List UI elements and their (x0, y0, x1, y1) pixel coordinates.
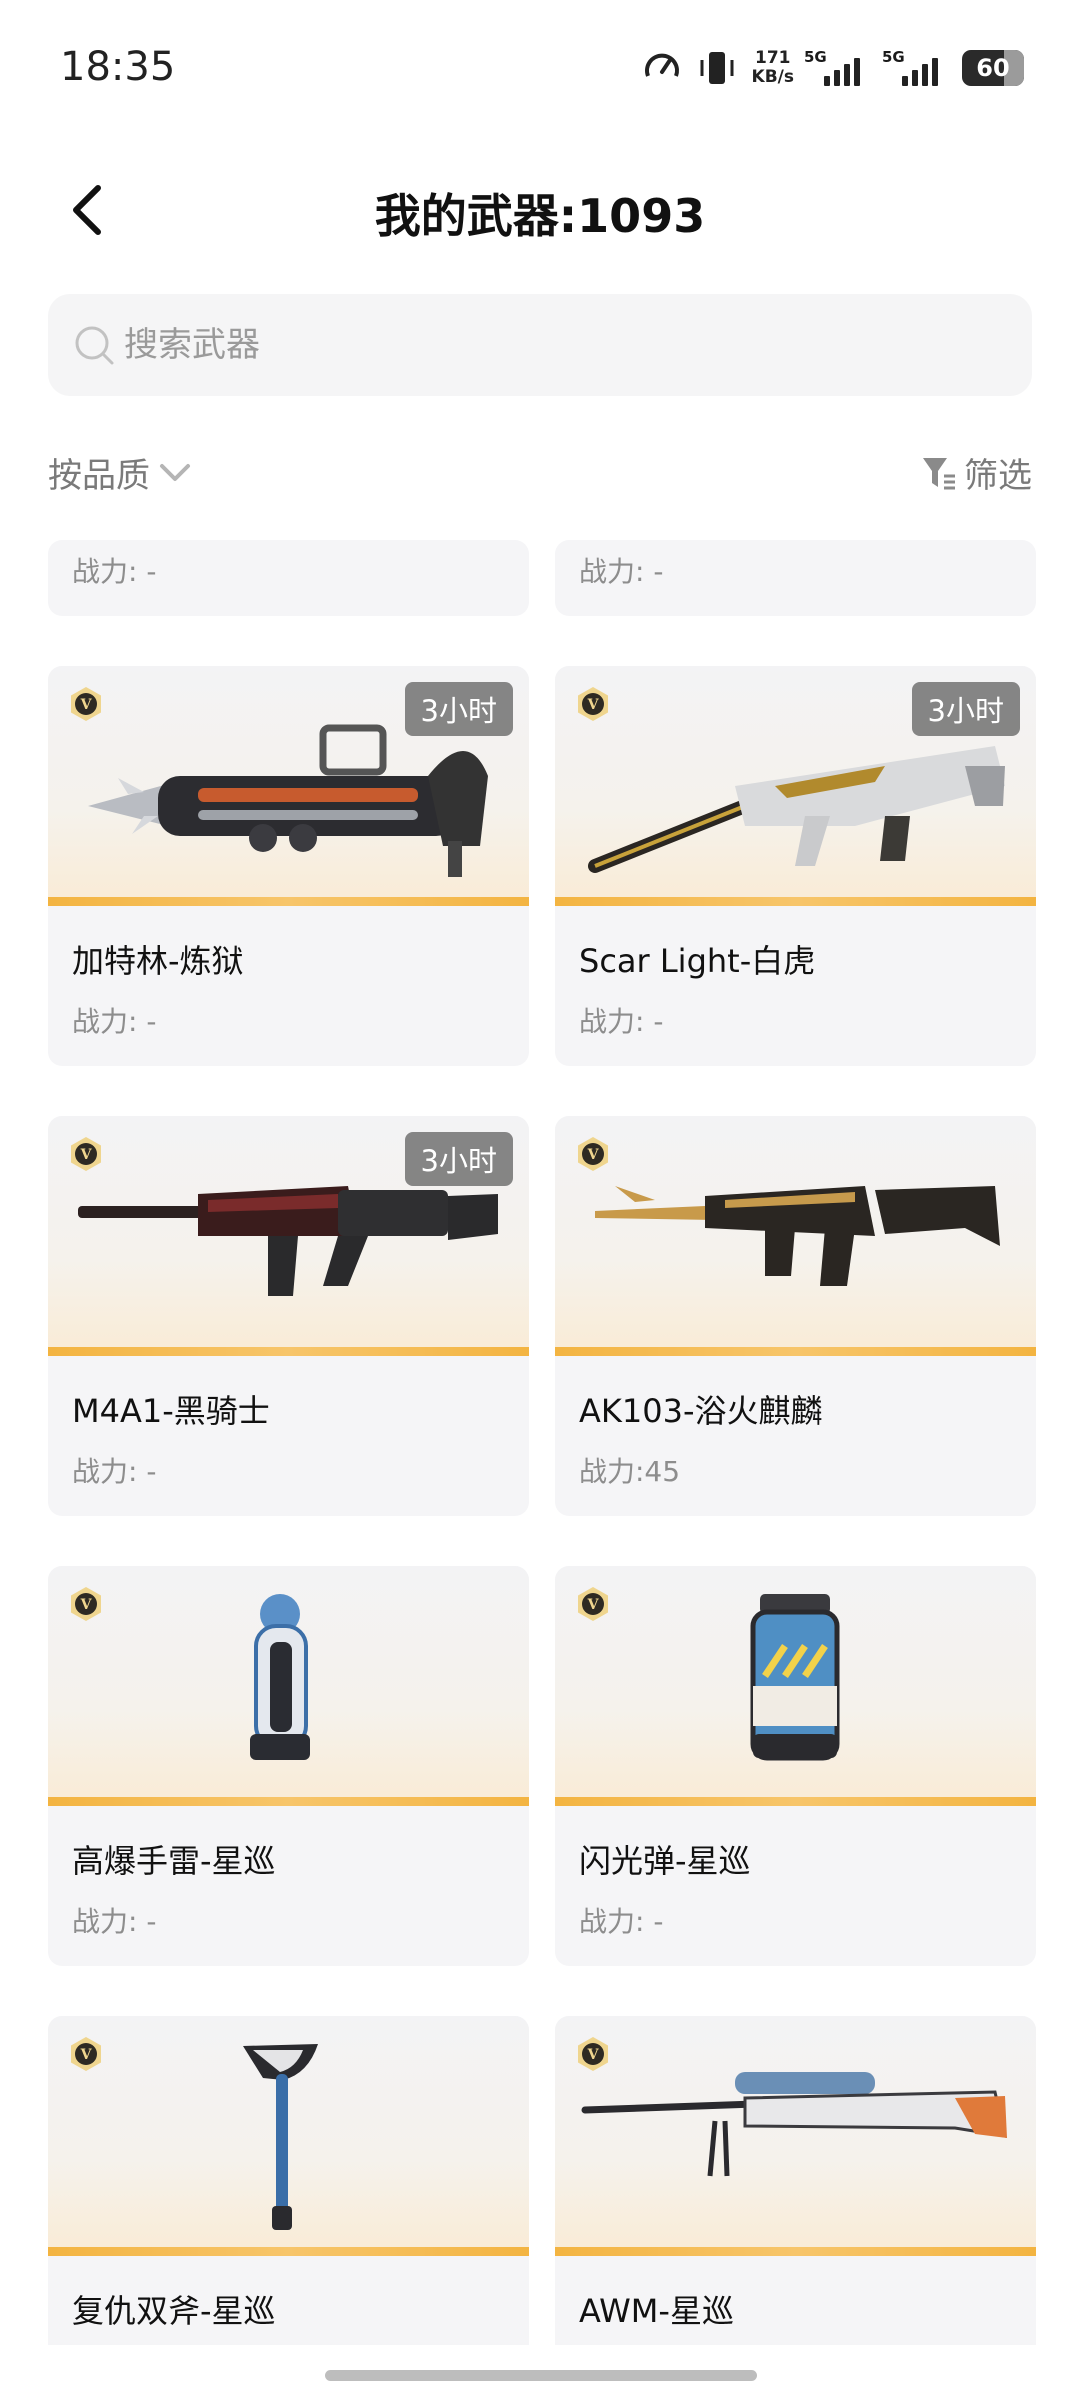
app-header: 我的武器:1093 (0, 150, 1080, 270)
weapon-name: M4A1-黑骑士 (72, 1392, 270, 1430)
speed-unit: KB/s (751, 67, 794, 87)
svg-text:V: V (587, 697, 600, 713)
awm-sniper-image (581, 2072, 1007, 2177)
v-rank-badge-icon: V (578, 1137, 608, 1171)
weapon-card[interactable]: V AK103-浴火麒麟 战力:45 (555, 1116, 1036, 1516)
frag-grenade-image (250, 1594, 310, 1760)
weapon-image-area: V (555, 1566, 1036, 1806)
signal-sim2-icon: 5G (882, 48, 950, 86)
weapon-card-partial[interactable]: 战力: - (48, 540, 529, 616)
weapon-power: 战力: - (579, 1005, 664, 1038)
weapon-card[interactable]: V 高爆手雷-星巡 战力: - (48, 1566, 529, 1966)
weapon-power: 战力: - (72, 1005, 157, 1038)
weapon-name: 加特林-炼狱 (72, 942, 244, 980)
svg-text:V: V (80, 1147, 93, 1163)
page-title: 我的武器:1093 (374, 189, 706, 243)
weapon-power: 战力: - (72, 555, 157, 588)
v-rank-badge-icon: V (71, 1137, 101, 1171)
filter-icon (923, 457, 955, 489)
search-bar[interactable] (48, 294, 1032, 396)
v-rank-badge-icon: V (578, 2037, 608, 2071)
v-rank-badge-icon: V (71, 2037, 101, 2071)
v-rank-badge-icon: V (578, 1587, 608, 1621)
weapon-name: 闪光弹-星巡 (579, 1842, 751, 1880)
axe-image (243, 2044, 318, 2230)
weapon-image-area: V (48, 2016, 529, 2256)
time-remaining-tag: 3小时 (404, 1132, 513, 1186)
battery-level: 60 (976, 54, 1010, 82)
weapon-name: 高爆手雷-星巡 (72, 1842, 276, 1880)
svg-text:V: V (587, 1147, 600, 1163)
status-bar: 18:35 171 KB/s 5G 5G 60 (0, 0, 1080, 140)
signal-sim1-icon: 5G (804, 48, 872, 86)
weapon-power: 战力: - (579, 555, 664, 588)
weapon-image-area: V 3小时 (48, 666, 529, 906)
vibrate-icon (700, 52, 734, 84)
weapon-card-partial[interactable]: 战力: - (555, 540, 1036, 616)
v-rank-badge-icon: V (578, 687, 608, 721)
weapon-image-area: V (555, 1116, 1036, 1356)
weapon-card[interactable]: V 3小时 M4A1-黑骑士 战力: - (48, 1116, 529, 1516)
sort-filter-row: 按品质 筛选 (48, 440, 1032, 500)
weapon-name: Scar Light-白虎 (579, 942, 816, 980)
flashbang-image (750, 1594, 840, 1761)
status-time: 18:35 (60, 44, 176, 90)
speed-value: 171 (755, 48, 791, 68)
weapon-image-area: V 3小时 (555, 666, 1036, 906)
v-rank-badge-icon: V (71, 1587, 101, 1621)
v-rank-badge-icon: V (71, 687, 101, 721)
svg-text:V: V (80, 1597, 93, 1613)
weapon-image-area: V (555, 2016, 1036, 2256)
filter-button[interactable]: 筛选 (920, 448, 1032, 497)
search-input[interactable] (124, 325, 924, 365)
time-remaining-tag: 3小时 (404, 682, 513, 736)
sort-by-quality-dropdown[interactable]: 按品质 (48, 448, 194, 497)
svg-text:V: V (80, 2047, 93, 2063)
weapon-card[interactable]: V 3小时 Scar Light-白虎 战力: - (555, 666, 1036, 1066)
weapon-power: 战力:45 (579, 1455, 681, 1488)
weapon-power: 战力: - (72, 1905, 157, 1938)
weapon-grid: 战力: - 战力: - V 3小时 加特林-炼狱 战力: - V 3小时 Sca… (0, 540, 1080, 2345)
svg-text:V: V (587, 2047, 600, 2063)
weapon-image-area: V (48, 1566, 529, 1806)
network-speed: 171 KB/s (752, 49, 794, 87)
svg-text:V: V (587, 1597, 600, 1613)
sort-label: 按品质 (48, 456, 150, 496)
weapon-card[interactable]: V 闪光弹-星巡 战力: - (555, 1566, 1036, 1966)
weapon-card[interactable]: V AWM-星巡 (555, 2016, 1036, 2345)
status-icons: 171 KB/s 5G 5G 60 (642, 48, 1024, 88)
weapon-name: AWM-星巡 (579, 2292, 734, 2330)
filter-label: 筛选 (964, 456, 1032, 496)
weapon-name: 复仇双斧-星巡 (72, 2292, 276, 2330)
weapon-image-area: V 3小时 (48, 1116, 529, 1356)
weapon-card[interactable]: V 3小时 加特林-炼狱 战力: - (48, 666, 529, 1066)
ak103-image (595, 1186, 1000, 1286)
speedometer-icon (644, 53, 679, 77)
svg-text:V: V (80, 697, 93, 713)
weapon-card[interactable]: V 复仇双斧-星巡 (48, 2016, 529, 2345)
time-remaining-tag: 3小时 (911, 682, 1020, 736)
weapon-name: AK103-浴火麒麟 (579, 1392, 823, 1430)
weapon-power: 战力: - (72, 1455, 157, 1488)
chevron-down-icon (160, 463, 190, 481)
home-indicator[interactable] (325, 2370, 757, 2381)
battery-icon: 60 (962, 50, 1024, 86)
weapon-power: 战力: - (579, 1905, 664, 1938)
search-icon (75, 326, 114, 365)
